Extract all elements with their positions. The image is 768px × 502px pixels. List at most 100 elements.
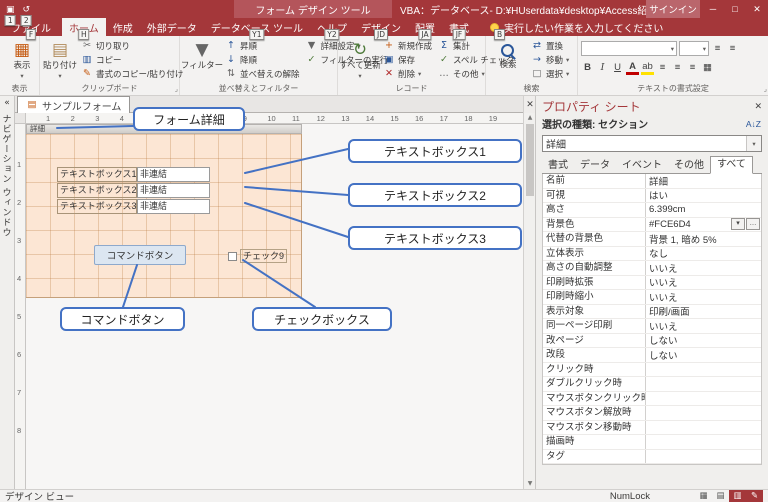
view-button-3[interactable]: ✎ xyxy=(746,490,763,502)
document-tab[interactable]: ▤ サンプルフォーム xyxy=(17,96,130,113)
view-button-0[interactable]: ▦ xyxy=(695,490,712,502)
property-row[interactable]: 改段しない xyxy=(543,348,761,363)
keytip-badge: 2 xyxy=(21,15,32,26)
property-row[interactable]: ダブルクリック時 xyxy=(543,377,761,392)
property-tab-0[interactable]: 書式 xyxy=(542,158,574,173)
property-row[interactable]: 可視はい xyxy=(543,189,761,204)
property-row[interactable]: 改ページしない xyxy=(543,334,761,349)
font-size-combo[interactable]: ▾ xyxy=(679,41,709,56)
vertical-ruler[interactable]: 12345678 xyxy=(15,124,26,489)
ribbon-tab-3[interactable]: 外部データ xyxy=(140,18,204,36)
navigation-pane-collapsed[interactable]: « ナビゲーション ウィンドウ xyxy=(0,96,15,489)
italic-button[interactable]: I xyxy=(596,61,609,75)
property-row[interactable]: 立体表示なし xyxy=(543,247,761,262)
property-row[interactable]: 印刷時縮小いいえ xyxy=(543,290,761,305)
property-row[interactable]: クリック時 xyxy=(543,363,761,378)
chevron-down-icon: ▾ xyxy=(703,45,706,53)
find-button[interactable]: 検索 xyxy=(489,38,527,83)
ribbon-tab-6[interactable]: デザインJD xyxy=(354,18,408,36)
property-name: クリック時 xyxy=(543,363,646,377)
close-icon[interactable]: ✕ xyxy=(746,0,768,18)
property-row[interactable]: 印刷時拡張いいえ xyxy=(543,276,761,291)
filter-button[interactable]: ▼ フィルター xyxy=(183,38,221,83)
sign-in-button[interactable]: サインイン xyxy=(646,0,700,18)
property-tab-2[interactable]: イベント xyxy=(616,158,668,173)
sort-ascending-button[interactable]: ↑昇順 xyxy=(223,39,302,53)
cut-button[interactable]: ✂切り取り xyxy=(79,39,185,53)
property-row[interactable]: タグ xyxy=(543,450,761,465)
property-row[interactable]: 名前詳細 xyxy=(543,174,761,189)
property-row[interactable]: マウスボタンクリック時 xyxy=(543,392,761,407)
builder-ellipsis-button[interactable]: … xyxy=(746,218,760,230)
checkbox-control[interactable]: チェック9 xyxy=(228,249,287,263)
scroll-thumb[interactable] xyxy=(526,124,534,196)
delete-record-button[interactable]: ✕削除▾ xyxy=(381,67,434,81)
bold-button[interactable]: B xyxy=(581,61,594,75)
align-center-icon[interactable]: ≡ xyxy=(671,61,684,75)
sort-descending-button[interactable]: ↓降順 xyxy=(223,53,302,67)
textbox-control-3[interactable]: 非連結 xyxy=(137,199,210,214)
underline-button[interactable]: U xyxy=(611,61,624,75)
view-button-2[interactable]: ▥ xyxy=(729,490,746,502)
property-tab-4[interactable]: すべて xyxy=(710,156,753,174)
ribbon-tab-4[interactable]: データベース ツールY1 xyxy=(204,18,310,36)
property-row[interactable]: 同一ページ印刷いいえ xyxy=(543,319,761,334)
property-sheet-close-icon[interactable]: ✕ xyxy=(754,101,762,112)
property-row[interactable]: 描画時 xyxy=(543,435,761,450)
save-icon[interactable]: ▣1 xyxy=(6,0,15,18)
command-button-control[interactable]: コマンドボタン xyxy=(94,245,186,265)
property-row[interactable]: 高さ6.399cm xyxy=(543,203,761,218)
clear-sort-button[interactable]: ⇅並べ替えの解除 xyxy=(223,67,302,81)
align-left-icon[interactable]: ≡ xyxy=(656,61,669,75)
align-right-icon[interactable]: ≡ xyxy=(686,61,699,75)
refresh-all-button[interactable]: ↻ すべて更新▾ xyxy=(341,38,379,83)
select-button[interactable]: □選択▾ xyxy=(529,67,571,81)
expand-chevron-icon[interactable]: « xyxy=(4,96,10,110)
goto-button[interactable]: →移動▾ xyxy=(529,53,571,67)
chevron-down-icon[interactable]: ▾ xyxy=(746,136,761,151)
property-row[interactable]: マウスボタン移動時 xyxy=(543,421,761,436)
replace-button[interactable]: ⇄置換 xyxy=(529,39,571,53)
property-row[interactable]: 表示対象印刷/画面 xyxy=(543,305,761,320)
format-painter-button[interactable]: ✎書式のコピー/貼り付け xyxy=(79,67,185,81)
horizontal-ruler[interactable]: 12345678910111213141516171819 xyxy=(26,113,523,124)
save-record-button[interactable]: ▣保存 xyxy=(381,53,434,67)
undo-icon[interactable]: ↺2 xyxy=(23,0,31,18)
minimize-icon[interactable]: ─ xyxy=(702,0,724,18)
maximize-icon[interactable]: □ xyxy=(724,0,746,18)
ribbon-tab-8[interactable]: 書式JF xyxy=(442,18,476,36)
paste-button[interactable]: ▤ 貼り付け▾ xyxy=(43,38,77,83)
view-button-1[interactable]: ▤ xyxy=(712,490,729,502)
textbox-control-1[interactable]: 非連結 xyxy=(137,167,210,182)
property-row[interactable]: 代替の背景色背景 1, 暗め 5% xyxy=(543,232,761,247)
ribbon-tab-5[interactable]: ヘルプY2 xyxy=(310,18,354,36)
tell-me-box[interactable]: 実行したい作業を入力してください B xyxy=(490,18,663,36)
form-design-surface[interactable]: テキストボックス1 非連結 テキストボックス2 非連結 テキストボックス3 非連… xyxy=(26,134,302,298)
section-selector-combo[interactable]: 詳細 ▾ xyxy=(542,135,762,152)
views-button[interactable]: ▦ 表示▾ xyxy=(3,38,41,81)
property-row[interactable]: マウスボタン解放時 xyxy=(543,406,761,421)
font-name-combo[interactable]: ▾ xyxy=(581,41,677,56)
checkbox-box[interactable] xyxy=(228,252,237,261)
highlight-button[interactable]: ab xyxy=(641,60,654,75)
ribbon-tab-7[interactable]: 配置JA xyxy=(408,18,442,36)
ribbon-tab-1[interactable]: ホームH xyxy=(62,18,106,36)
numbering-icon[interactable]: ≡ xyxy=(726,42,739,56)
bullets-icon[interactable]: ≡ xyxy=(711,42,724,56)
ribbon-tab-2[interactable]: 作成 xyxy=(106,18,140,36)
new-record-button[interactable]: +新規作成 xyxy=(381,39,434,53)
label-control-3[interactable]: テキストボックス3 xyxy=(57,199,137,214)
fill-color-icon[interactable]: ▦ xyxy=(701,61,714,75)
textbox-control-2[interactable]: 非連結 xyxy=(137,183,210,198)
property-tab-3[interactable]: その他 xyxy=(668,158,710,173)
label-control-1[interactable]: テキストボックス1 xyxy=(57,167,137,182)
property-row[interactable]: 高さの自動調整いいえ xyxy=(543,261,761,276)
property-row[interactable]: 背景色#FCE6D4▾… xyxy=(543,218,761,233)
property-tab-1[interactable]: データ xyxy=(574,158,616,173)
chevron-down-icon[interactable]: ▾ xyxy=(731,218,745,230)
keytip-badge: Y1 xyxy=(249,29,264,40)
sort-az-icon[interactable]: A↓Z xyxy=(745,118,762,130)
label-control-2[interactable]: テキストボックス2 xyxy=(57,183,137,198)
copy-button[interactable]: ▥コピー xyxy=(79,53,185,67)
font-color-button[interactable]: A xyxy=(626,60,639,75)
